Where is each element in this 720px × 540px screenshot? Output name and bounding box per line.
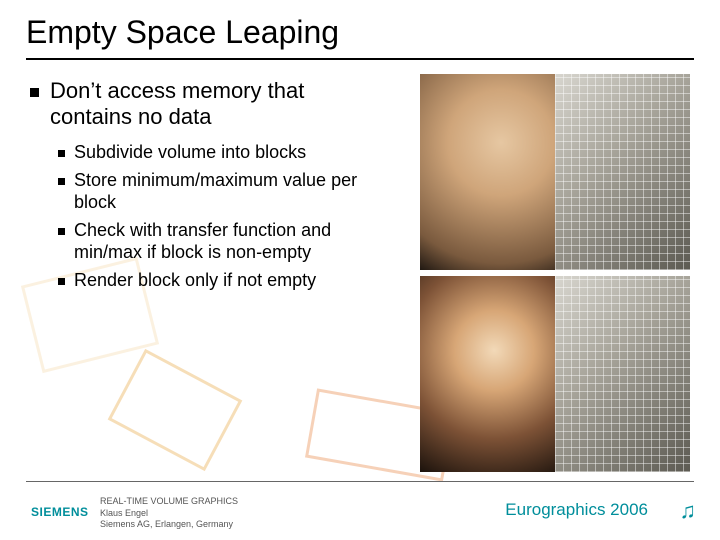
footer-credits: REAL-TIME VOLUME GRAPHICS Klaus Engel Si…	[100, 496, 238, 530]
bullet-level1: Don’t access memory that contains no dat…	[50, 78, 390, 130]
figure-render-surface	[420, 74, 555, 270]
credit-line: Klaus Engel	[100, 508, 238, 519]
bullet-level2: Subdivide volume into blocks	[74, 142, 390, 164]
figure-render-surface	[420, 276, 555, 472]
image-column	[420, 74, 690, 478]
logo-text: SIEMENS	[31, 505, 89, 519]
sub-bullet-list: Subdivide volume into blocks Store minim…	[74, 142, 390, 292]
decor-square	[108, 349, 243, 471]
credit-line: REAL-TIME VOLUME GRAPHICS	[100, 496, 238, 507]
slide-title: Empty Space Leaping	[26, 14, 339, 51]
music-note-icon: ♫	[680, 498, 697, 524]
slide: Empty Space Leaping Don’t access memory …	[0, 0, 720, 540]
bullet-level2: Store minimum/maximum value per block	[74, 170, 390, 214]
bullet-level2: Check with transfer function and min/max…	[74, 220, 390, 264]
credit-line: Siemens AG, Erlangen, Germany	[100, 519, 238, 530]
conference-label: Eurographics 2006	[505, 500, 648, 520]
figure-top	[420, 74, 690, 270]
figure-render-blocks	[555, 74, 690, 270]
siemens-logo: SIEMENS	[28, 504, 90, 522]
bullet-level2: Render block only if not empty	[74, 270, 390, 292]
figure-render-blocks	[555, 276, 690, 472]
footer-rule	[26, 481, 694, 482]
figure-bottom	[420, 276, 690, 472]
title-underline	[26, 58, 694, 60]
text-column: Don’t access memory that contains no dat…	[50, 78, 390, 298]
